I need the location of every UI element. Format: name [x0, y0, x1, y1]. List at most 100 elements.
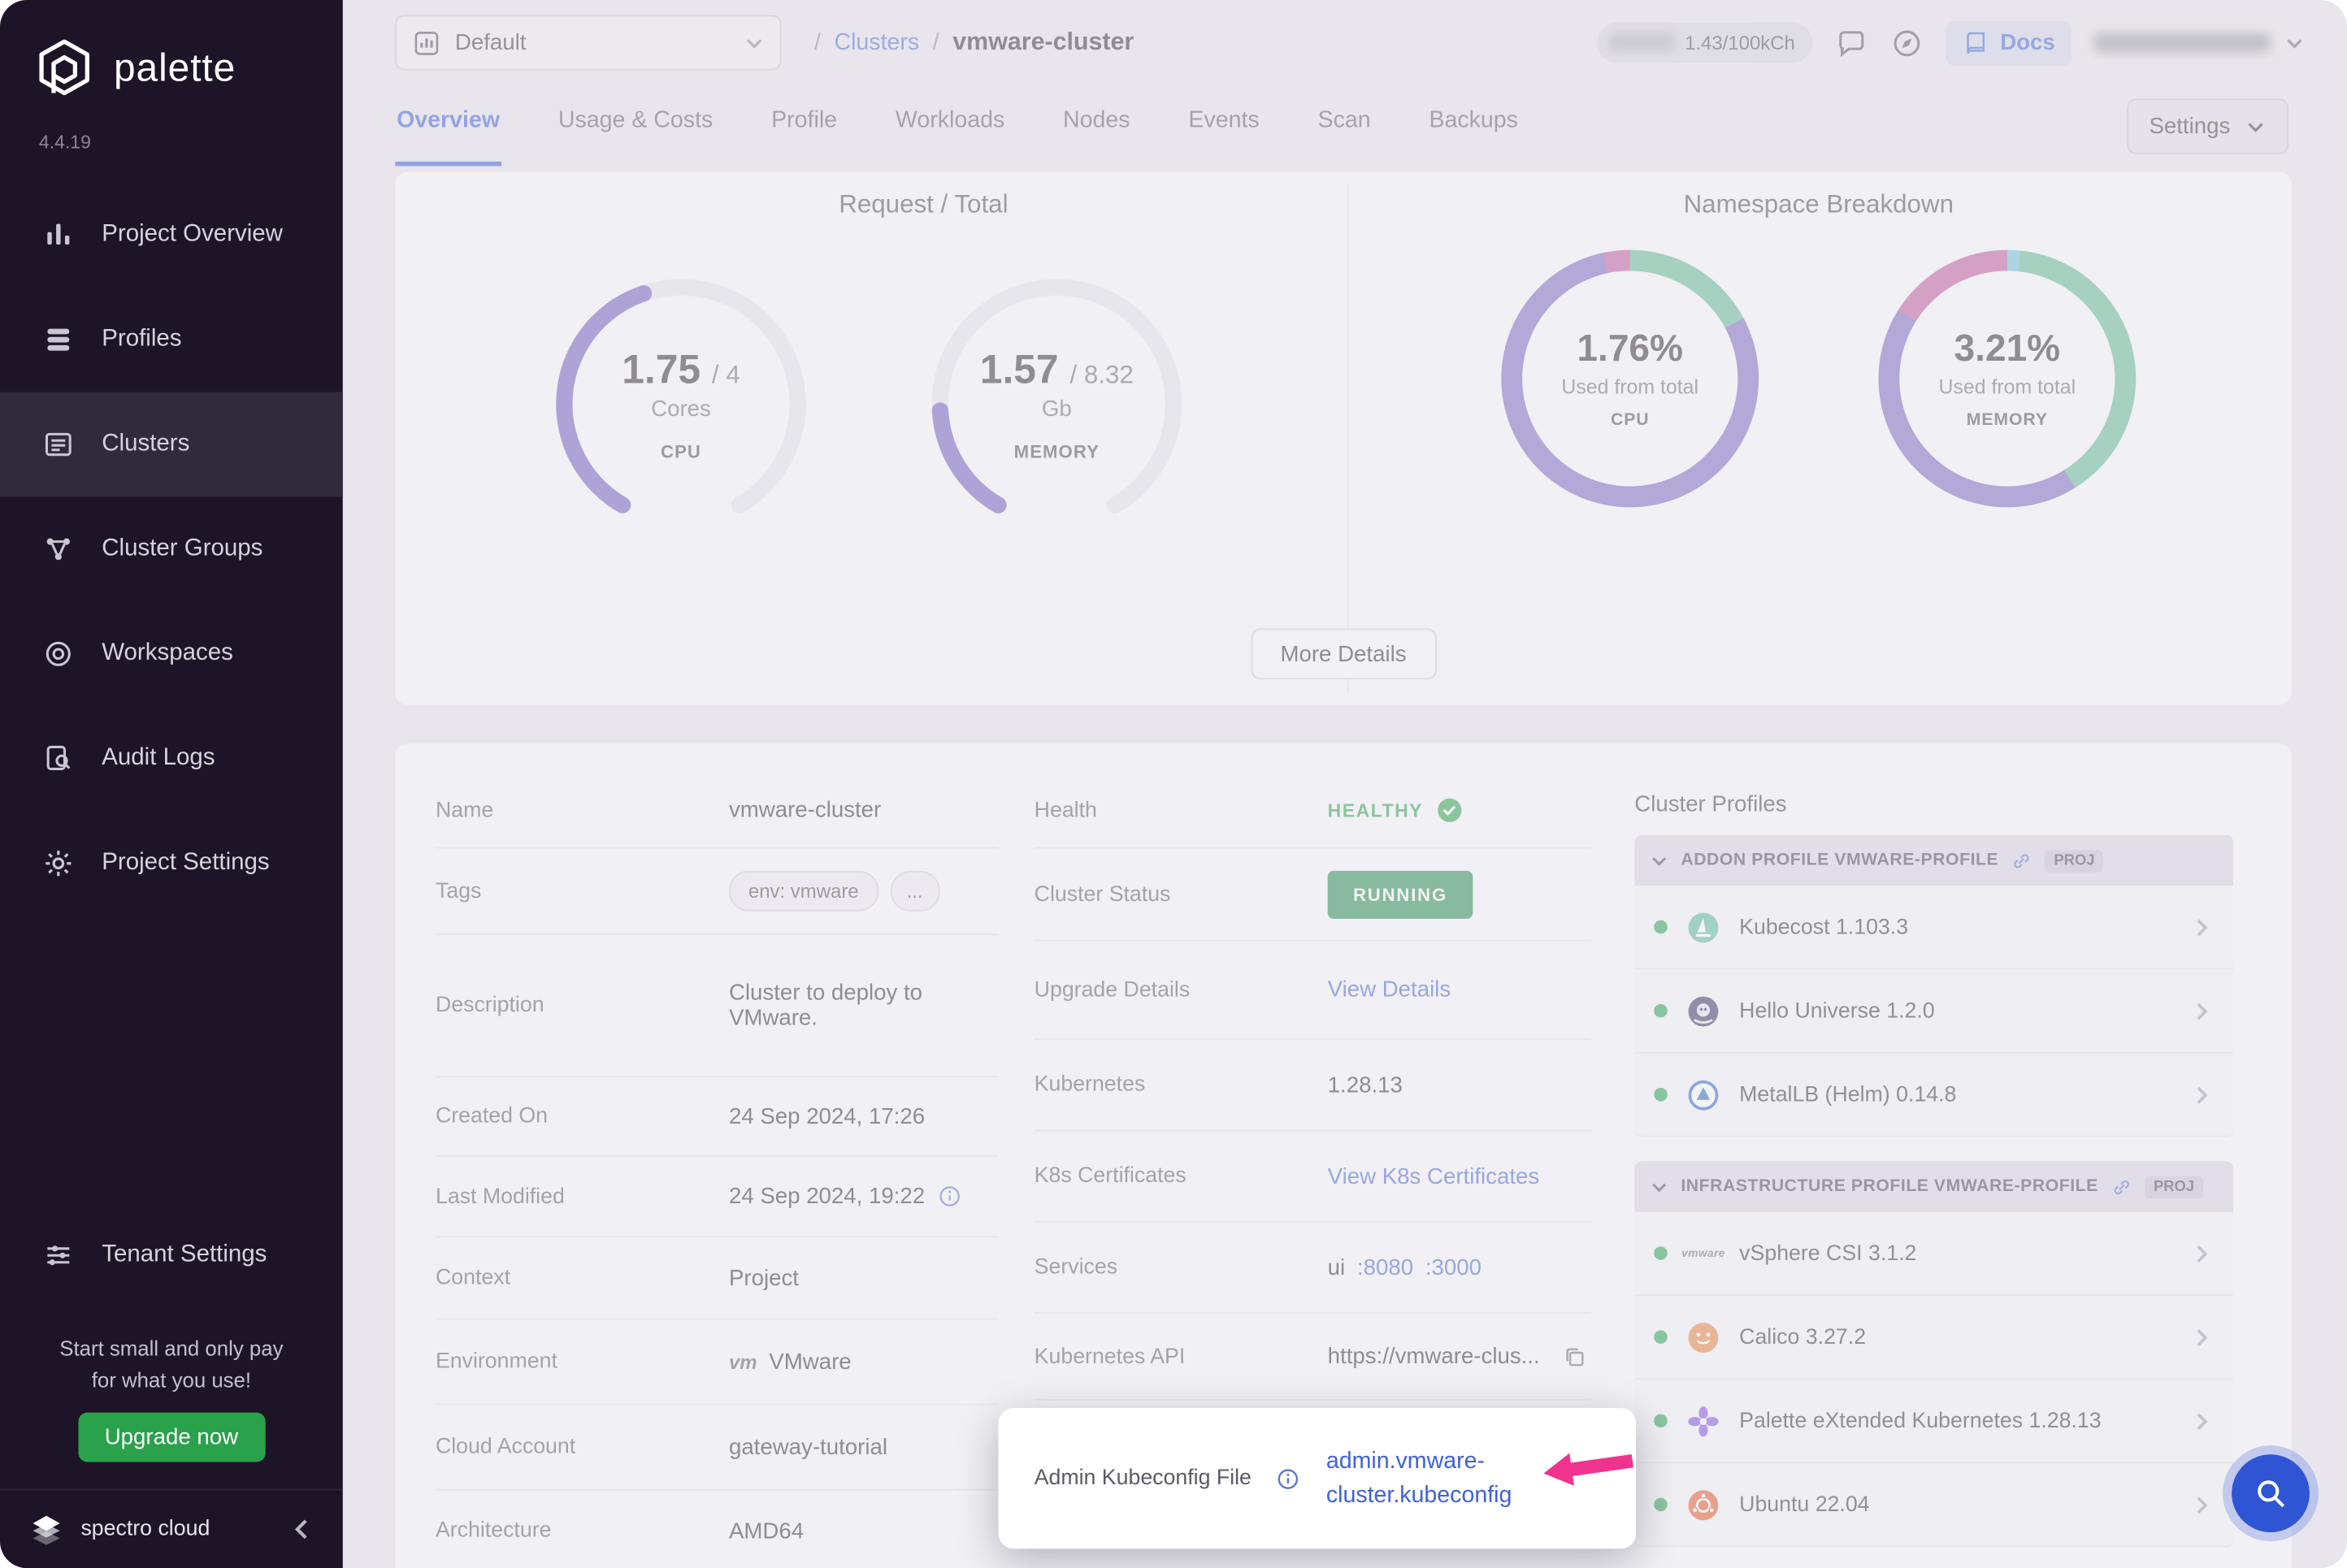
sidebar-nav: Project Overview Profiles Clusters Clust… [0, 183, 343, 916]
health-status-value: HEALTHY [1328, 799, 1423, 821]
view-details-link[interactable]: View Details [1328, 977, 1451, 1003]
redacted-usage-segment [1608, 33, 1674, 53]
settings-button[interactable]: Settings [2127, 99, 2288, 154]
proj-scope-badge: PROJ [2145, 1176, 2203, 1198]
admin-kubeconfig-download-link[interactable]: admin.vmware- cluster.kubeconfig [1326, 1444, 1512, 1514]
tab-workloads[interactable]: Workloads [894, 99, 1006, 167]
layers-icon [42, 323, 76, 357]
memory-gauge-label: MEMORY [1014, 440, 1100, 461]
cloud-account-row: Cloud Account gateway-tutorial [436, 1405, 999, 1490]
memory-gauge-unit: Gb [1042, 396, 1072, 421]
spectro-cloud-logo-icon [27, 1511, 66, 1547]
sidebar-item-label: Workspaces [102, 640, 233, 667]
tab-nodes[interactable]: Nodes [1061, 99, 1131, 167]
sidebar-item-clusters[interactable]: Clusters [0, 392, 343, 497]
tab-overview[interactable]: Overview [395, 99, 501, 167]
description-value: Cluster to deploy to VMware. [729, 980, 976, 1031]
tags-more-button[interactable]: ... [890, 871, 939, 912]
docs-button[interactable]: Docs [1946, 20, 2072, 65]
profile-pack-palette-extended-kubernetes[interactable]: Palette eXtended Kubernetes 1.28.13 [1634, 1380, 2233, 1463]
sidebar-item-project-overview[interactable]: Project Overview [0, 183, 343, 288]
cpu-gauge: 1.75 / 4 Cores CPU [553, 275, 810, 533]
usage-charts-card: Request / Total Namespace Breakdown 1.75… [395, 172, 2292, 705]
copy-icon[interactable] [1560, 1343, 1587, 1370]
name-row: Name vmware-cluster [436, 773, 999, 848]
settings-label: Settings [2149, 114, 2230, 139]
tab-profile[interactable]: Profile [770, 99, 839, 167]
chevron-right-icon [2190, 915, 2214, 938]
profile-pack-calico[interactable]: Calico 3.27.2 [1634, 1296, 2233, 1380]
admin-kubeconfig-spotlight: Admin Kubeconfig File admin.vmware- clus… [998, 1408, 1636, 1549]
sidebar-item-profiles[interactable]: Profiles [0, 288, 343, 392]
sidebar-item-project-settings[interactable]: Project Settings [0, 811, 343, 916]
architecture-value: AMD64 [729, 1518, 804, 1544]
pack-status-dot [1654, 1330, 1668, 1344]
user-menu[interactable] [2094, 32, 2306, 54]
search-icon [2253, 1475, 2288, 1511]
breadcrumb-clusters-link[interactable]: Clusters [834, 29, 919, 56]
created-on-row: Created On 24 Sep 2024, 17:26 [436, 1077, 999, 1157]
usage-quota-value: 1.43/100kCh [1685, 32, 1795, 54]
metallb-icon [1685, 1076, 1721, 1112]
brand: palette [33, 36, 236, 98]
running-status-badge[interactable]: RUNNING [1328, 870, 1473, 918]
main-area: Default / Clusters / vmware-cluster 1.43… [343, 0, 2347, 1568]
profile-pack-hello-universe[interactable]: Hello Universe 1.2.0 [1634, 969, 2233, 1053]
pack-status-dot [1654, 1246, 1668, 1260]
profile-pack-kubecost[interactable]: Kubecost 1.103.3 [1634, 886, 2233, 969]
breadcrumb-current: vmware-cluster [952, 28, 1134, 57]
k8s-certificates-row: K8s Certificates View K8s Certificates [1035, 1131, 1591, 1222]
info-icon[interactable] [1275, 1466, 1300, 1491]
sliders-icon [42, 1239, 76, 1272]
kubecost-icon [1685, 909, 1721, 945]
service-port-3000-link[interactable]: :3000 [1425, 1254, 1482, 1280]
kubernetes-version-row: Kubernetes 1.28.13 [1035, 1040, 1591, 1131]
view-k8s-certificates-link[interactable]: View K8s Certificates [1328, 1163, 1540, 1189]
cluster-name-value: vmware-cluster [729, 798, 881, 823]
more-details-button[interactable]: More Details [1251, 629, 1437, 680]
sidebar-item-workspaces[interactable]: Workspaces [0, 601, 343, 706]
cluster-list-icon [42, 428, 76, 461]
app-window: palette 4.4.19 Project Overview Profiles… [0, 0, 2347, 1568]
last-modified-row: Last Modified 24 Sep 2024, 19:22 [436, 1157, 999, 1237]
compass-icon[interactable] [1891, 26, 1924, 59]
pack-status-dot [1654, 1498, 1668, 1512]
environment-value: VMware [769, 1349, 851, 1374]
addon-profile-header[interactable]: ADDON PROFILE VMWARE-PROFILE PROJ [1634, 835, 2233, 886]
chevron-right-icon [2190, 1083, 2214, 1107]
details-middle-column: Health HEALTHY Cluster Status RUNNING Up… [1035, 773, 1591, 1401]
info-icon[interactable] [937, 1184, 962, 1209]
link-icon[interactable] [2011, 849, 2033, 872]
search-fab-button[interactable] [2232, 1454, 2310, 1532]
project-scope-selector[interactable]: Default [395, 15, 781, 70]
ubuntu-icon [1685, 1487, 1721, 1523]
sidebar-item-tenant-settings[interactable]: Tenant Settings [0, 1215, 343, 1296]
tab-backups[interactable]: Backups [1428, 99, 1520, 167]
service-port-8080-link[interactable]: :8080 [1357, 1254, 1413, 1280]
profile-pack-metallb[interactable]: MetalLB (Helm) 0.14.8 [1634, 1054, 2233, 1137]
services-row: Services ui :8080 :3000 [1035, 1223, 1591, 1314]
created-on-value: 24 Sep 2024, 17:26 [729, 1103, 925, 1128]
tab-scan[interactable]: Scan [1317, 99, 1373, 167]
memory-donut-caption: Used from total [1939, 375, 2076, 398]
sidebar-item-cluster-groups[interactable]: Cluster Groups [0, 496, 343, 601]
sidebar-item-label: Clusters [102, 431, 189, 457]
memory-gauge: 1.57 / 8.32 Gb MEMORY [928, 275, 1186, 533]
tab-usage-costs[interactable]: Usage & Costs [557, 99, 714, 167]
chevron-down-icon [1650, 851, 1669, 870]
cpu-donut-caption: Used from total [1561, 375, 1698, 398]
link-icon[interactable] [2111, 1176, 2133, 1198]
collapse-sidebar-icon[interactable] [288, 1516, 315, 1543]
tab-events[interactable]: Events [1187, 99, 1261, 167]
memory-donut-label: MEMORY [1967, 411, 2048, 429]
sidebar-item-audit-logs[interactable]: Audit Logs [0, 706, 343, 811]
memory-namespace-donut: 3.21% Used from total MEMORY [1878, 250, 2136, 508]
cluster-profiles-title: Cluster Profiles [1634, 791, 2233, 816]
upgrade-now-button[interactable]: Upgrade now [78, 1413, 266, 1462]
profile-pack-vsphere-csi[interactable]: vmware vSphere CSI 3.1.2 [1634, 1212, 2233, 1296]
chat-icon[interactable] [1836, 26, 1869, 59]
bar-chart-icon [42, 219, 76, 252]
infrastructure-profile-header[interactable]: INFRASTRUCTURE PROFILE VMWARE-PROFILE PR… [1634, 1161, 2233, 1212]
profile-pack-ubuntu[interactable]: Ubuntu 22.04 [1634, 1463, 2233, 1547]
app-version: 4.4.19 [39, 132, 91, 153]
